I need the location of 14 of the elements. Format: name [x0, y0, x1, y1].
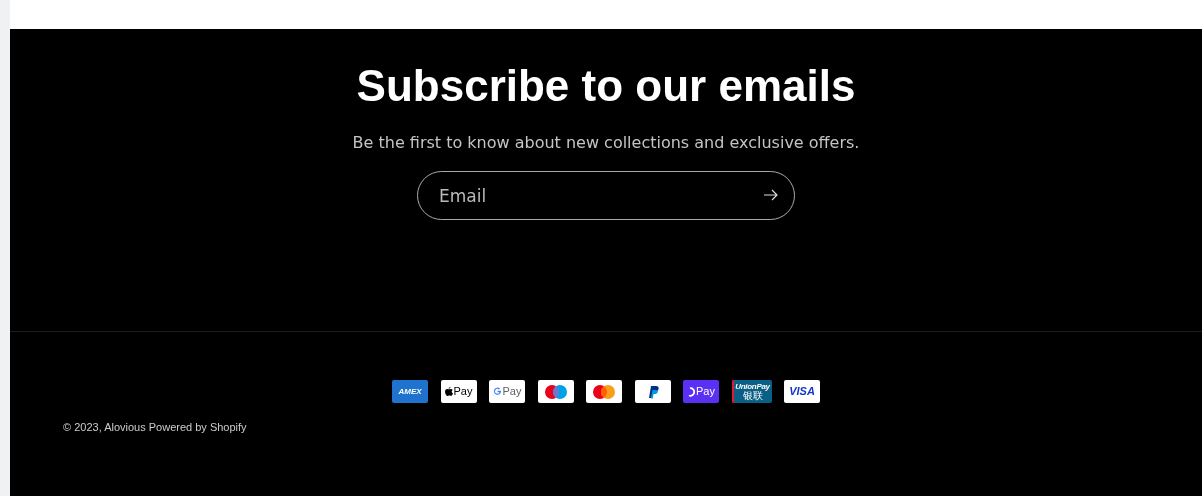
- arrow-right-icon[interactable]: [763, 189, 779, 201]
- copyright-text: © 2023, Alovious Powered by Shopify: [63, 421, 248, 433]
- payment-card-icon: VISA: [784, 380, 820, 403]
- payment-card-icon: [586, 380, 622, 403]
- payment-card-icon: [634, 380, 671, 403]
- payment-card-icon: Pay: [489, 380, 525, 403]
- newsletter-title: Subscribe to our emails: [356, 60, 856, 112]
- payment-card-icon: Pay: [683, 380, 719, 403]
- payment-card-icon: UnionPay 银联: [731, 380, 772, 403]
- email-field[interactable]: Email: [417, 171, 795, 220]
- payment-card-icon: Pay: [440, 380, 477, 403]
- payment-card-icon: AMEX: [392, 380, 428, 403]
- payment-card-icon: [537, 380, 574, 403]
- newsletter-subtitle: Be the first to know about new collections and exclusive offers.: [352, 132, 860, 154]
